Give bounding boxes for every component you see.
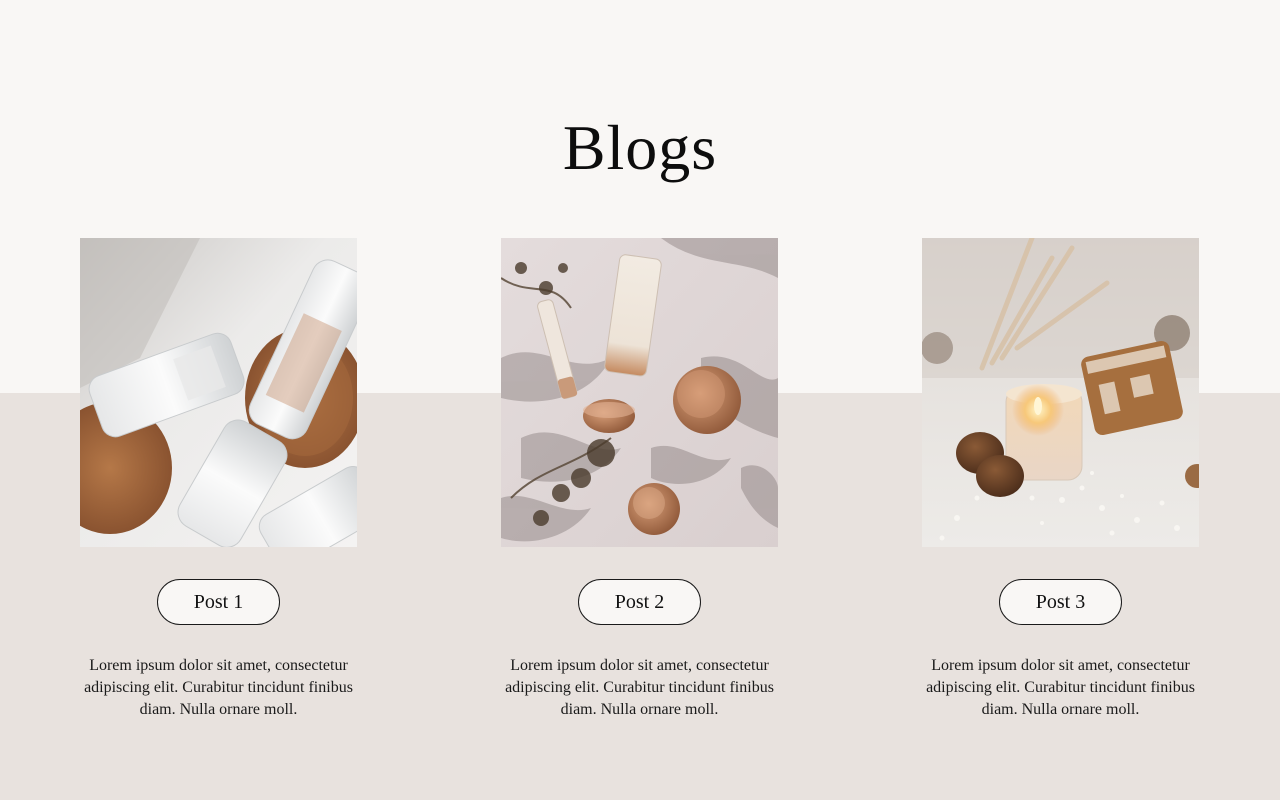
post-3-excerpt: Lorem ipsum dolor sit amet, consectetur …: [926, 657, 1195, 718]
blog-image-1[interactable]: [80, 238, 357, 547]
page-title: Blogs: [562, 112, 718, 183]
post-3-button[interactable]: Post 3: [999, 579, 1122, 625]
blog-card-3: Post 3 Lorem ipsum dolor sit amet, conse…: [922, 238, 1199, 721]
blog-image-2[interactable]: [501, 238, 778, 547]
blog-card-1: Post 1 Lorem ipsum dolor sit amet, conse…: [80, 238, 357, 721]
post-1-button[interactable]: Post 1: [157, 579, 280, 625]
blog-image-3[interactable]: [922, 238, 1199, 547]
post-2-button[interactable]: Post 2: [578, 579, 701, 625]
blog-card-2: Post 2 Lorem ipsum dolor sit amet, conse…: [501, 238, 778, 721]
post-1-excerpt: Lorem ipsum dolor sit amet, consectetur …: [84, 657, 353, 718]
post-2-excerpt: Lorem ipsum dolor sit amet, consectetur …: [505, 657, 774, 718]
